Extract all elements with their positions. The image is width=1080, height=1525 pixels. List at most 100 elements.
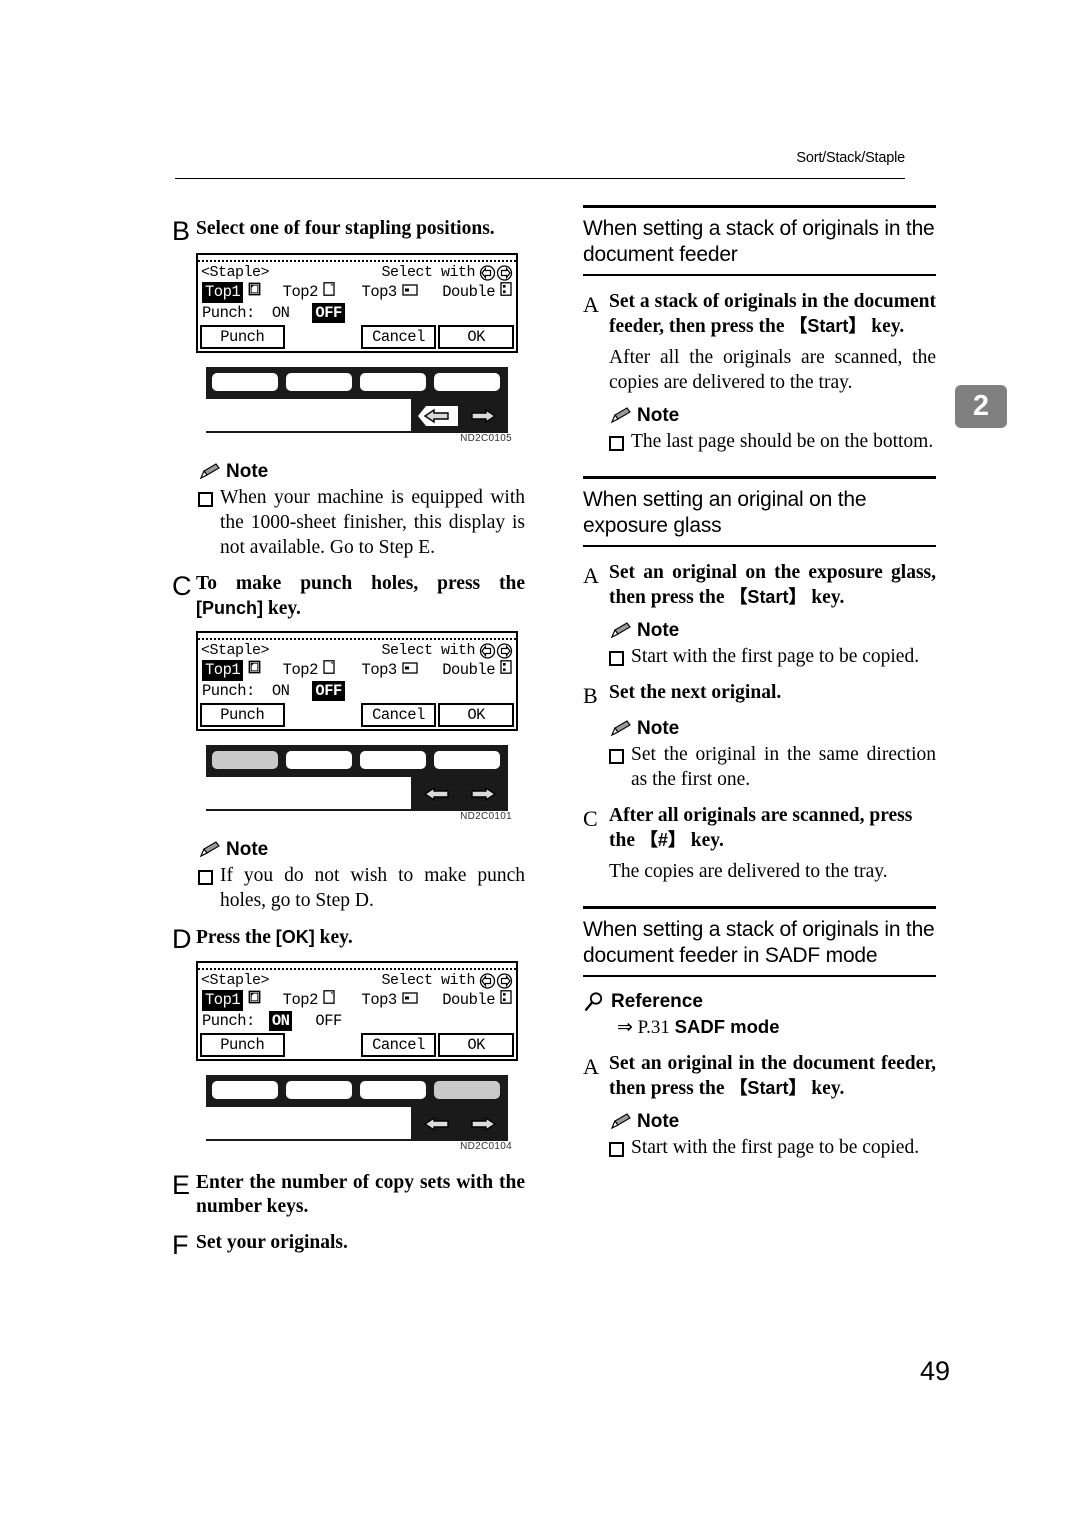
step-c-key: [Punch] (196, 598, 263, 618)
step-d-letter: D (172, 924, 192, 954)
section-3-step-a-key: 【Start】 (729, 1078, 807, 1098)
lcd-punch-on[interactable]: ON (269, 681, 293, 701)
section-3-note-heading: Note (609, 1111, 936, 1133)
lcd-punch-on[interactable]: ON (268, 1011, 293, 1031)
staple-icon-top3 (402, 660, 418, 681)
page-number: 49 (920, 1356, 951, 1386)
lcd-position-double-label: Double (442, 283, 495, 301)
lcd-position-top3[interactable]: Top3 (362, 660, 443, 681)
section-rule-bottom (583, 274, 936, 276)
step-b-letter: B (172, 216, 191, 246)
panel-left-arrow-icon[interactable] (418, 1111, 458, 1137)
panel-key-1[interactable] (212, 1081, 278, 1099)
lcd-punch-row: Punch: ON OFF (198, 1011, 516, 1032)
lcd-punch-row: Punch: ON OFF (198, 681, 516, 702)
lcd-position-top2[interactable]: Top2 (283, 990, 362, 1011)
lcd-title-row: <Staple> Select with (198, 970, 516, 990)
staple-icon-double (500, 282, 512, 303)
pencil-icon (610, 622, 631, 639)
lcd-button-ok[interactable]: OK (438, 1033, 514, 1057)
reference-page: P.31 (637, 1017, 670, 1038)
section-rule-bottom (583, 975, 936, 977)
lcd-position-double-label: Double (442, 661, 495, 679)
lcd-position-double[interactable]: Double (442, 990, 512, 1011)
staple-icon-double (500, 990, 512, 1011)
lcd-hint: Select with (381, 264, 475, 281)
square-bullet-icon (609, 644, 631, 666)
operation-panel-figure-2: ND2C0101 (196, 745, 518, 829)
lcd-position-top2[interactable]: Top2 (283, 660, 362, 681)
panel-key-3[interactable] (360, 1081, 426, 1099)
lcd-position-top1[interactable]: Top1 (202, 660, 283, 681)
lcd-position-top1[interactable]: Top1 (202, 990, 283, 1011)
panel-right-arrow-icon[interactable] (462, 1111, 502, 1137)
panel-key-2[interactable] (286, 1081, 352, 1099)
panel-key-2[interactable] (286, 373, 352, 391)
lcd-position-double[interactable]: Double (442, 660, 512, 681)
lcd-display-staple-1: <Staple> Select with Top1 Top2 Top3 Doub… (196, 253, 518, 353)
lcd-hint: Select with (381, 642, 475, 659)
lcd-staple-positions: Top1 Top2 Top3 Double (198, 660, 516, 681)
lcd-position-top3-label: Top3 (361, 991, 398, 1009)
lcd-button-ok[interactable]: OK (438, 325, 514, 349)
lcd-button-punch[interactable]: Punch (200, 703, 285, 727)
square-bullet-icon (198, 863, 220, 885)
figure-code-1: ND2C0105 (460, 433, 512, 444)
section-2-step-b-letter: B (583, 683, 598, 708)
panel-key-2[interactable] (286, 751, 352, 769)
staple-icon-top3 (402, 282, 418, 303)
lcd-punch-on[interactable]: ON (269, 303, 293, 323)
lcd-position-top1[interactable]: Top1 (202, 282, 283, 303)
reference-heading: Reference (583, 991, 936, 1013)
note-heading-text: Note (226, 461, 269, 482)
lcd-button-cancel[interactable]: Cancel (360, 703, 437, 727)
lcd-punch-label: Punch: (202, 682, 255, 700)
operation-panel-figure-1: ND2C0105 (196, 367, 518, 451)
lcd-punch-off[interactable]: OFF (312, 1011, 344, 1031)
step-d-text-before: Press the (196, 927, 276, 948)
section-1-step-a-letter: A (583, 292, 599, 317)
lcd-button-cancel[interactable]: Cancel (360, 325, 437, 349)
lcd-button-ok[interactable]: OK (438, 703, 514, 727)
section-2-note-b-item: Set the original in the same direction a… (609, 742, 936, 792)
note-heading-text: Note (637, 620, 680, 641)
lcd-position-double[interactable]: Double (442, 282, 512, 303)
panel-key-4[interactable] (434, 751, 500, 769)
panel-key-3[interactable] (360, 751, 426, 769)
section-2-step-c-after: key. (685, 830, 724, 851)
note-item-1-text: When your machine is equipped with the 1… (220, 487, 525, 558)
lcd-punch-off[interactable]: OFF (312, 303, 345, 323)
panel-left-arrow-icon[interactable] (418, 403, 458, 429)
step-e-text: Enter the number of copy sets with the n… (196, 1172, 525, 1217)
lcd-position-top2[interactable]: Top2 (283, 282, 362, 303)
step-f: F Set your originals. (172, 1230, 525, 1260)
lcd-position-top3[interactable]: Top3 (362, 990, 443, 1011)
reference-link-line[interactable]: ⇒ P.31 SADF mode (617, 1015, 936, 1040)
document-page: Sort/Stack/Staple 2 B Select one of four… (0, 0, 1080, 1525)
note-heading-2: Note (198, 839, 525, 861)
lcd-punch-off[interactable]: OFF (312, 681, 345, 701)
section-1-step-a: A Set a stack of originals in the docume… (583, 290, 936, 339)
staple-icon-top1 (248, 660, 261, 681)
step-d: D Press the [OK] key. (172, 924, 525, 954)
staple-icon-top2 (323, 282, 336, 303)
step-b: B Select one of four stapling positions. (172, 216, 525, 246)
panel-key-3[interactable] (360, 373, 426, 391)
lcd-left-arrow-icon (479, 972, 496, 989)
panel-key-4[interactable] (434, 373, 500, 391)
reference-link-text[interactable]: SADF mode (675, 1016, 780, 1037)
panel-key-1[interactable] (212, 373, 278, 391)
panel-left-arrow-icon[interactable] (418, 781, 458, 807)
lcd-position-top3[interactable]: Top3 (362, 282, 443, 303)
lcd-button-punch[interactable]: Punch (200, 325, 285, 349)
square-bullet-icon (198, 485, 220, 507)
step-f-letter: F (172, 1230, 189, 1260)
lcd-button-cancel[interactable]: Cancel (360, 1033, 437, 1057)
panel-key-4[interactable] (434, 1081, 500, 1099)
step-d-text-after: key. (314, 927, 353, 948)
panel-key-1[interactable] (212, 751, 278, 769)
lcd-staple-positions: Top1 Top2 Top3 Double (198, 282, 516, 303)
panel-right-arrow-icon[interactable] (462, 781, 502, 807)
lcd-button-punch[interactable]: Punch (200, 1033, 285, 1057)
panel-right-arrow-icon[interactable] (462, 403, 502, 429)
